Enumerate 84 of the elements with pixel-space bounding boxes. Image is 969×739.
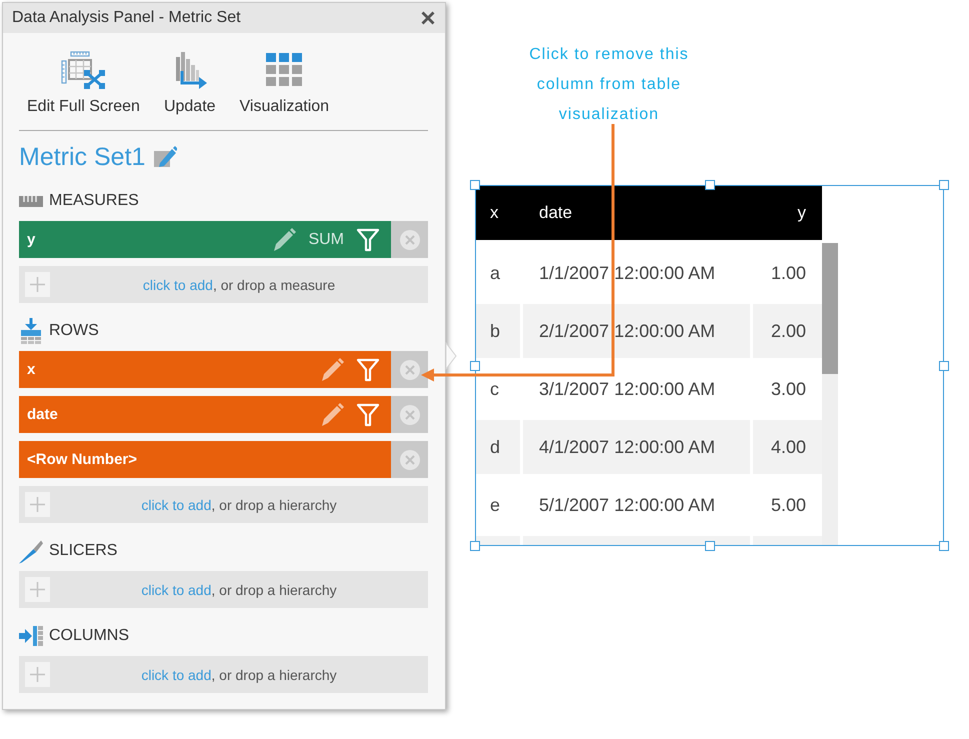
table-cell-text: 1/1/2007 12:00:00 AM (538, 262, 716, 284)
field-pill[interactable]: <Row Number> (19, 441, 391, 478)
toolbar-button[interactable]: Edit Full Screen (27, 51, 140, 117)
resize-handle[interactable] (939, 360, 949, 370)
table-cell-text: 5/1/2007 12:00:00 AM (538, 494, 716, 516)
field-label: x (27, 361, 36, 378)
down-arrow-grid-icon (20, 318, 42, 344)
remove-button[interactable] (391, 351, 428, 388)
right-arrow-grid-icon (19, 626, 43, 646)
plus-icon (30, 582, 45, 597)
field-label: date (27, 406, 58, 423)
field-pill[interactable]: y SUM (19, 221, 391, 258)
column-header: date (538, 203, 574, 223)
add-button[interactable] (25, 662, 50, 687)
table-cell-text: c (489, 378, 500, 400)
field-pill[interactable]: date (19, 396, 391, 433)
table-cell-text: e (489, 494, 502, 516)
drop-hint: click to add, or drop a hierarchy (140, 666, 338, 682)
edit-button[interactable] (153, 145, 178, 169)
metric-set-title: Metric Set1 (19, 142, 146, 172)
close-icon (421, 11, 435, 25)
close-button[interactable] (419, 9, 437, 27)
annotation-text: Click to remove this column from table visualization (528, 45, 690, 125)
resize-handle[interactable] (470, 180, 480, 190)
table-cell-text: 1.00 (770, 262, 807, 284)
table-cell: 4/1/2007 12:00:00 AM (523, 420, 750, 474)
plus-icon (30, 667, 45, 682)
section-title: ROWS (49, 322, 99, 340)
table-cell: d (476, 420, 520, 474)
field-label: <Row Number> (27, 451, 138, 468)
resize-handle[interactable] (470, 541, 480, 551)
filter-icon[interactable] (356, 228, 380, 252)
column-header: x (489, 203, 500, 223)
table-cell: 2/1/2007 12:00:00 AM (523, 304, 750, 358)
add-button[interactable] (25, 492, 50, 517)
column-header: y (796, 203, 807, 223)
table-cell: 4.00 (753, 420, 822, 474)
plus-icon (30, 497, 45, 512)
table-cell-text: 5.00 (770, 494, 807, 516)
table-cell-text: a (489, 262, 502, 284)
resize-handle[interactable] (704, 541, 714, 551)
section-title: MEASURES (49, 192, 139, 210)
add-button[interactable] (25, 577, 50, 602)
scrollbar-thumb[interactable] (822, 243, 838, 374)
pencil-icon[interactable] (320, 358, 344, 382)
table-cell: b (476, 304, 520, 358)
section-title: COLUMNS (49, 627, 130, 645)
table-expand-icon (61, 51, 106, 89)
window-title: Data Analysis Panel - Metric Set (12, 9, 241, 27)
drop-hint: click to add, or drop a measure (142, 276, 336, 292)
circled-x-icon (400, 450, 420, 470)
add-link[interactable]: click to add (141, 582, 212, 598)
filter-icon[interactable] (356, 402, 380, 426)
section-title: SLICERS (49, 542, 118, 560)
circled-x-icon (400, 360, 420, 380)
grid-icon (266, 51, 302, 89)
resize-handle[interactable] (704, 180, 714, 190)
blade-icon (19, 538, 43, 564)
pencil-icon[interactable] (272, 228, 296, 252)
add-link[interactable]: click to add (141, 666, 212, 682)
drop-hint: click to add, or drop a hierarchy (140, 496, 338, 512)
resize-handle[interactable] (470, 360, 480, 370)
circled-x-icon (400, 404, 420, 424)
field-label: y (27, 231, 36, 248)
add-link[interactable]: click to add (142, 276, 213, 292)
circled-x-icon (400, 230, 420, 250)
table-cell-text: 3.00 (770, 378, 807, 400)
table-cell: 2.00 (753, 304, 822, 358)
pencil-document-icon (153, 145, 178, 169)
plus-icon (30, 277, 45, 292)
toolbar-button[interactable]: Update (164, 51, 216, 117)
drop-hint: click to add, or drop a hierarchy (140, 582, 338, 598)
resize-handle[interactable] (939, 180, 949, 190)
resize-handle[interactable] (939, 541, 949, 551)
pencil-icon[interactable] (320, 402, 344, 426)
add-button[interactable] (25, 272, 50, 297)
add-link[interactable]: click to add (141, 496, 212, 512)
toolbar-button[interactable]: Visualization (240, 51, 330, 117)
aggregate-label[interactable]: SUM (308, 230, 344, 248)
field-pill[interactable]: x (19, 351, 391, 388)
ruler-icon (19, 196, 43, 206)
filter-icon[interactable] (356, 358, 380, 382)
scrollbar-track[interactable] (822, 243, 838, 545)
table-cell-text: 3/1/2007 12:00:00 AM (538, 378, 716, 400)
